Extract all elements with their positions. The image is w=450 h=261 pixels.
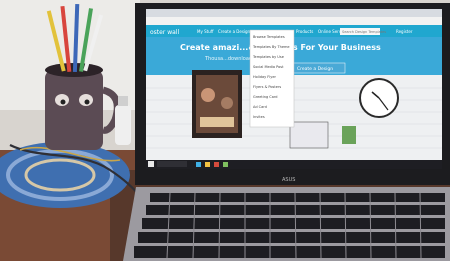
dropdown-item-ad-card[interactable]: Ad Card [253,105,267,109]
site-logo[interactable]: oster wall [150,29,179,36]
nav-create-design[interactable]: Create a Design [218,29,251,34]
dropdown-item-holiday-flyer[interactable]: Holiday Flyer [253,75,276,79]
dropdown-item-greeting-card[interactable]: Greeting Card [253,95,277,99]
dropdown-item-by-theme[interactable]: Templates By Theme [252,45,290,49]
dropdown-item-by-use[interactable]: Templates by Use [252,55,284,59]
laptop-brand: ASUS [282,177,295,183]
dropdown-item-flyers-posters[interactable]: Flyers & Posters [253,85,281,89]
poster-photo-2 [221,97,233,109]
photo-desk-plant [342,126,356,144]
mug-pupil-right [84,99,90,105]
poster-photo-1 [201,88,215,102]
cta-label: Create a Design [297,66,333,72]
small-bottle [115,105,131,145]
dropdown-item-social-media[interactable]: Social Media Post [253,65,284,69]
pencil-mug [45,70,103,150]
photo-small-screen [289,121,329,149]
dropdown-item-invites[interactable]: Invites [253,115,265,119]
browser-tabs-bar [146,9,442,17]
nav-products[interactable]: Products [296,29,313,34]
taskbar-search[interactable] [157,161,187,167]
start-button[interactable] [148,161,154,167]
photo-scene: oster wall My Stuff Create a Design Prod… [0,0,450,261]
dropdown-item-browse-templates[interactable]: Browse Templates [253,35,285,39]
search-placeholder: Search Design Templates [342,30,386,34]
bottle-cap [118,96,128,106]
browser-address-bar [146,17,442,25]
nav-my-stuff[interactable]: My Stuff [197,29,214,34]
mug-pupil-left [60,99,66,105]
windows-taskbar [146,160,442,169]
register-link[interactable]: Register [396,29,413,34]
poster-text-block [200,117,234,127]
